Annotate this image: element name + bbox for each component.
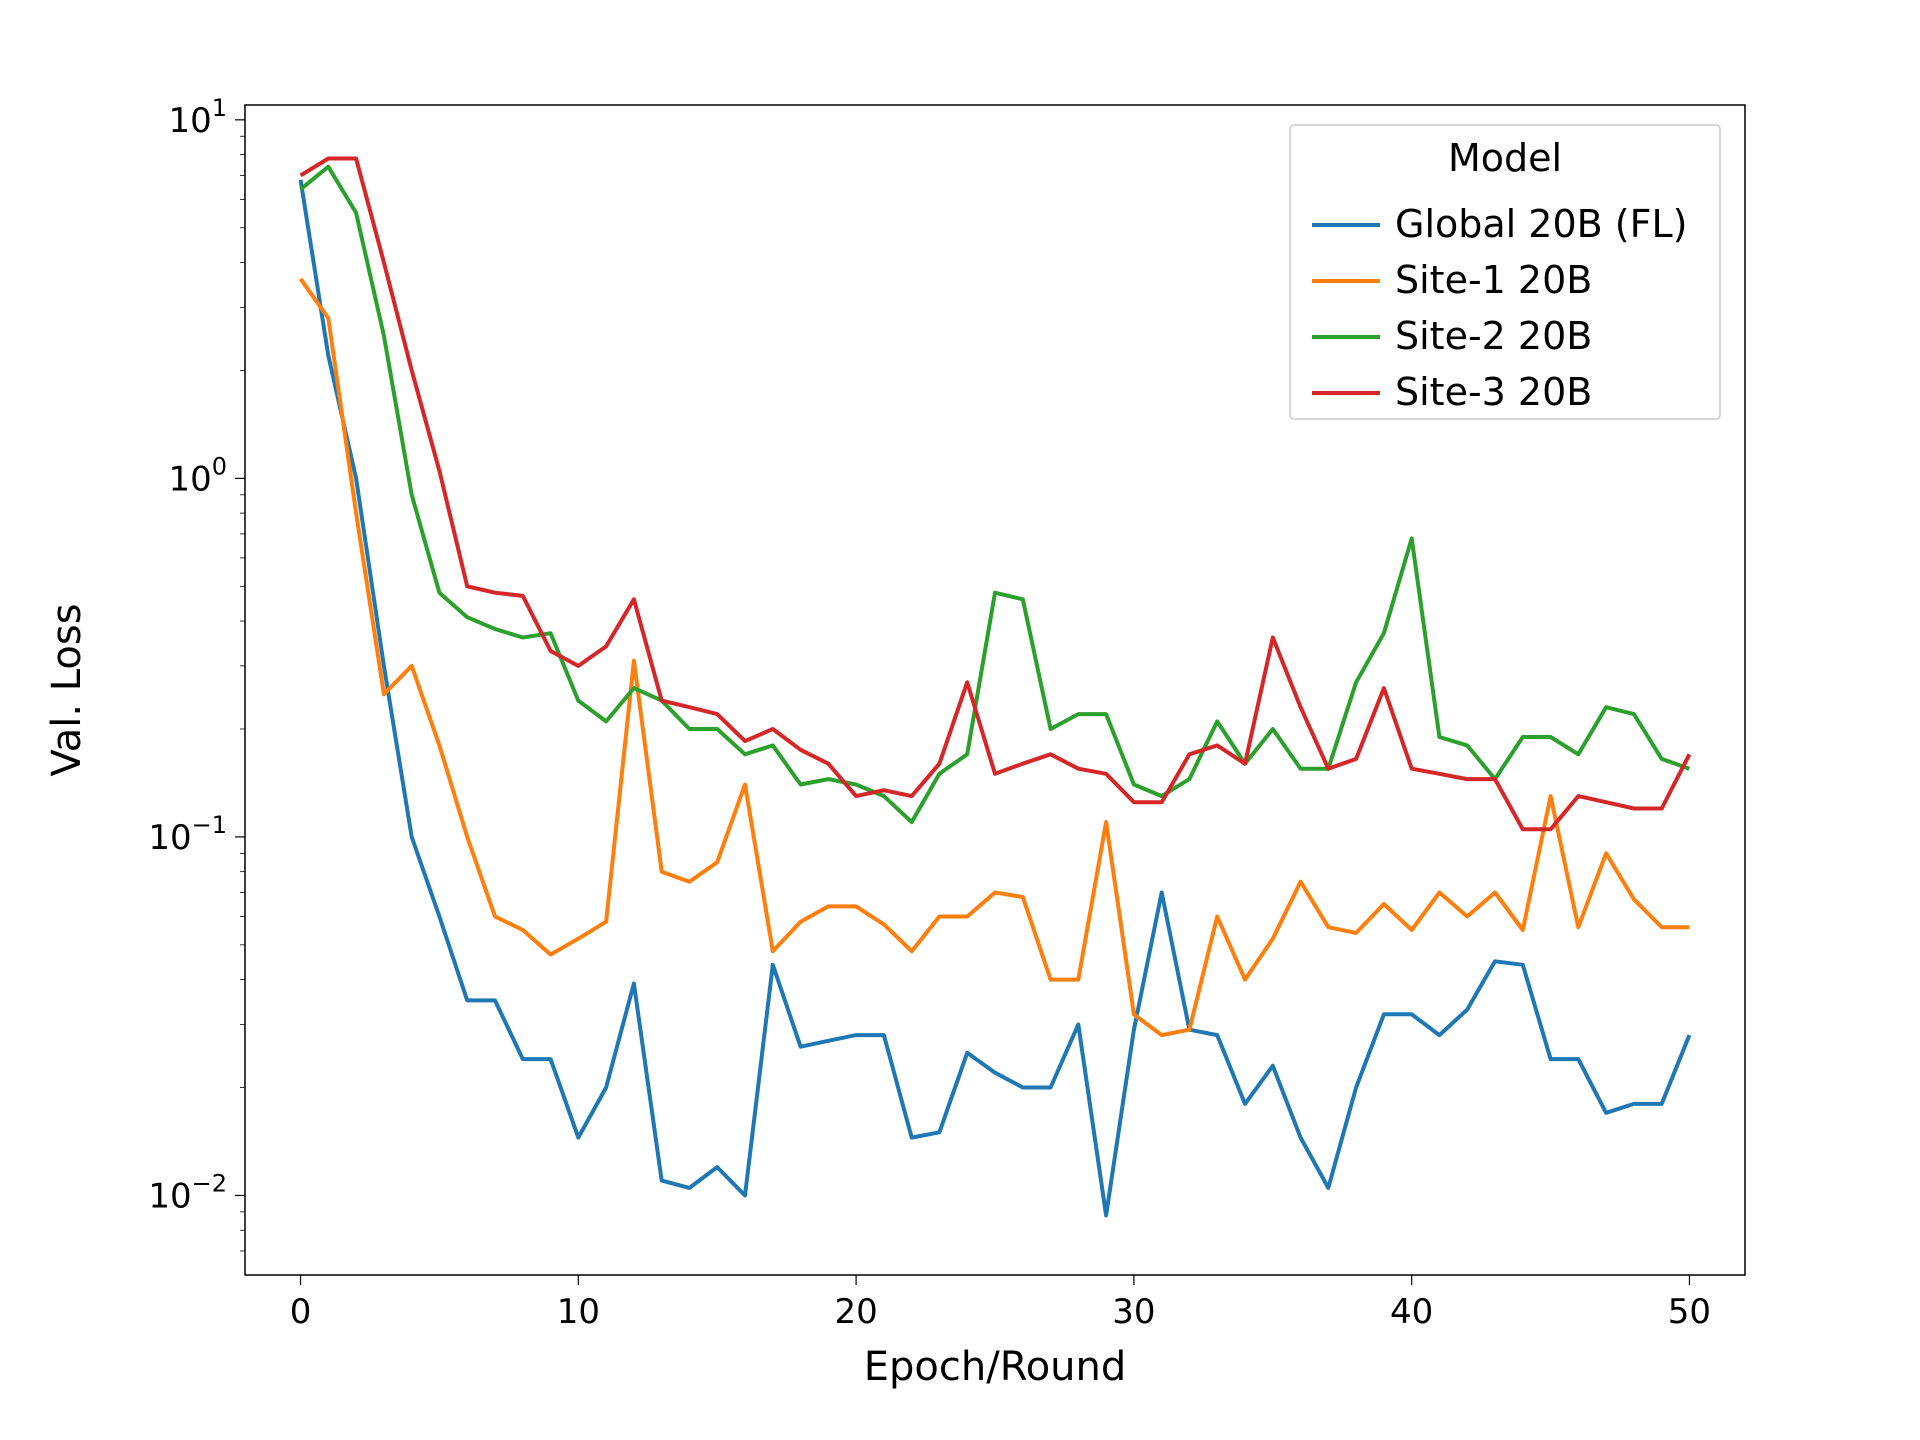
y-tick-label: 10−2 bbox=[148, 1169, 227, 1216]
y-tick-label: 10−1 bbox=[148, 811, 227, 858]
legend-label: Site-3 20B bbox=[1395, 370, 1592, 414]
y-tick-label: 100 bbox=[168, 452, 227, 499]
x-tick-label: 0 bbox=[290, 1292, 312, 1332]
x-tick-label: 10 bbox=[557, 1292, 600, 1332]
y-axis-label: Val. Loss bbox=[44, 603, 90, 776]
legend-title: Model bbox=[1448, 136, 1562, 180]
legend-label: Global 20B (FL) bbox=[1395, 202, 1687, 246]
line-chart-svg: 0 10 20 30 40 50 10−2 10−1 100 101 Epoch/Round Val.… bbox=[0, 0, 1920, 1440]
legend-label: Site-1 20B bbox=[1395, 258, 1592, 302]
x-tick-label: 30 bbox=[1112, 1292, 1155, 1332]
x-tick-label: 20 bbox=[834, 1292, 877, 1332]
x-tick-label: 50 bbox=[1668, 1292, 1711, 1332]
legend-label: Site-2 20B bbox=[1395, 314, 1592, 358]
chart-container: 0 10 20 30 40 50 10−2 10−1 100 101 Epoch/Round Val.… bbox=[0, 0, 1920, 1440]
y-tick-label: 101 bbox=[168, 94, 227, 141]
x-tick-label: 40 bbox=[1390, 1292, 1433, 1332]
x-axis-label: Epoch/Round bbox=[864, 1344, 1127, 1390]
